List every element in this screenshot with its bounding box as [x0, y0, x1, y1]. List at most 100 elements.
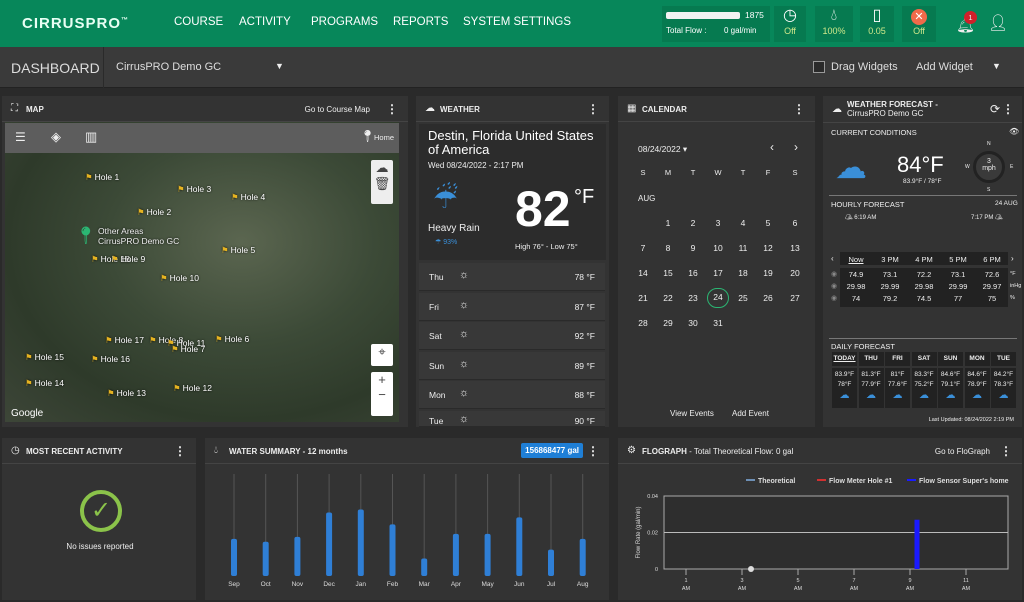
bar-apr[interactable] [452, 533, 459, 576]
next-month-icon[interactable]: › [794, 140, 798, 154]
bar-jul[interactable] [548, 549, 554, 576]
water-status[interactable]: 💧︎ 100% [815, 6, 853, 42]
calendar-day[interactable]: 10 [707, 243, 729, 253]
hole-marker[interactable]: Hole 3 [177, 184, 212, 195]
gauge-status[interactable]: ▯ 0.05 [860, 6, 894, 42]
nav-programs[interactable]: PROGRAMS [311, 16, 378, 28]
calendar-day[interactable]: 24 [707, 288, 729, 308]
calendar-day[interactable]: 18 [732, 268, 754, 278]
location-pin-icon[interactable]: 📍︎ [75, 226, 97, 246]
flow-sensor-bar[interactable] [914, 519, 920, 569]
bar-nov[interactable] [294, 536, 301, 576]
bar-aug[interactable] [579, 538, 586, 576]
view-events-button[interactable]: View Events [670, 409, 714, 418]
map-icon[interactable]: ▥ [85, 129, 97, 145]
calendar-day[interactable]: 30 [682, 318, 704, 328]
hole-marker[interactable]: Hole 1 [85, 172, 120, 183]
more-icon[interactable]: ⋮ [587, 102, 599, 116]
calendar-day[interactable]: 16 [682, 268, 704, 278]
calendar-day[interactable]: 11 [732, 243, 754, 253]
more-icon[interactable]: ⋮ [793, 102, 805, 116]
hole-marker[interactable]: Hole 2 [137, 207, 172, 218]
hole-marker[interactable]: Hole 7 [171, 344, 206, 355]
logo[interactable]: CIRRUSPRO™ [22, 15, 129, 32]
add-widget-dropdown[interactable]: Add Widget ▼ [905, 47, 1015, 88]
calendar-day[interactable]: 7 [632, 243, 654, 253]
satellite-map[interactable]: Hole 1 Hole 3 Hole 4 Hole 2 Hole 5 Hole … [5, 122, 399, 422]
locate-icon[interactable]: ⌖ [371, 344, 393, 366]
hole-marker[interactable]: Hole 17 [105, 335, 144, 346]
calendar-day[interactable]: 14 [632, 268, 654, 278]
bar-may[interactable] [484, 533, 491, 576]
legend-label[interactable]: Theoretical [758, 478, 795, 485]
calendar-day[interactable]: 5 [757, 218, 779, 228]
hole-marker[interactable]: Hole 14 [25, 378, 64, 389]
calendar-day[interactable]: 25 [732, 293, 754, 303]
add-event-button[interactable]: Add Event [732, 409, 769, 418]
calendar-day[interactable]: 28 [632, 318, 654, 328]
course-select[interactable]: CirrusPRO Demo GC ▼ [105, 47, 295, 88]
bar-jan[interactable] [357, 509, 364, 576]
calendar-day[interactable]: 3 [707, 218, 729, 228]
time-marker[interactable] [748, 566, 754, 572]
bar-jun[interactable] [516, 517, 523, 576]
calendar-day[interactable]: 29 [657, 318, 679, 328]
calendar-day[interactable]: 17 [707, 268, 729, 278]
calendar-day[interactable]: 8 [657, 243, 679, 253]
calendar-day[interactable]: 4 [732, 218, 754, 228]
more-icon[interactable]: ⋮ [174, 444, 186, 458]
expand-icon[interactable]: ⛶ [11, 103, 18, 114]
calendar-day[interactable]: 9 [682, 243, 704, 253]
more-icon[interactable]: ⋮ [1002, 102, 1014, 116]
calendar-day[interactable]: 20 [784, 268, 806, 278]
month-select[interactable]: 08/24/2022 ▾ [638, 144, 687, 155]
bar-oct[interactable] [262, 541, 269, 576]
list-icon[interactable]: ☰ [15, 130, 26, 144]
legend-label[interactable]: Flow Meter Hole #1 [829, 478, 893, 485]
bar-feb[interactable] [389, 524, 396, 576]
bar-sep[interactable] [231, 538, 237, 576]
calendar-day[interactable]: 15 [657, 268, 679, 278]
hole-marker[interactable]: Hole 9 [111, 254, 146, 265]
hole-marker[interactable]: Hole 13 [107, 388, 146, 399]
nav-activity[interactable]: ACTIVITY [239, 16, 291, 28]
cancel-status[interactable]: ✕ Off [902, 6, 936, 42]
hole-marker[interactable]: Hole 12 [173, 383, 212, 394]
bar-mar[interactable] [421, 558, 428, 576]
prev-month-icon[interactable]: ‹ [770, 140, 774, 154]
go-to-course-map-link[interactable]: Go to Course Map [305, 105, 370, 114]
flow-widget[interactable]: 1875 Total Flow : 0 gal/min [662, 6, 770, 42]
more-icon[interactable]: ⋮ [1000, 444, 1012, 458]
calendar-day[interactable]: 13 [784, 243, 806, 253]
clock-status[interactable]: ◷ Off [774, 6, 806, 42]
hole-marker[interactable]: Hole 6 [215, 334, 250, 345]
zoom-out-button[interactable]: − [371, 387, 393, 402]
nav-reports[interactable]: REPORTS [393, 16, 448, 28]
layers-icon[interactable]: ◈ [51, 129, 61, 145]
more-icon[interactable]: ⋮ [386, 102, 398, 116]
calendar-day[interactable]: 2 [682, 218, 704, 228]
calendar-day[interactable]: 6 [784, 218, 806, 228]
next-hours-icon[interactable]: › [1011, 254, 1014, 263]
drag-widgets-checkbox[interactable] [813, 61, 825, 73]
trash-icon[interactable]: 🗑︎ [371, 176, 393, 192]
zoom-in-button[interactable]: + [371, 372, 393, 387]
nav-system-settings[interactable]: SYSTEM SETTINGS [463, 16, 571, 28]
calendar-day[interactable]: 21 [632, 293, 654, 303]
eye-icon[interactable]: 👁︎ [1009, 127, 1019, 136]
calendar-day[interactable]: 19 [757, 268, 779, 278]
go-to-flograph-link[interactable]: Go to FloGraph [935, 447, 990, 456]
bar-dec[interactable] [326, 512, 333, 576]
calendar-day[interactable]: 22 [657, 293, 679, 303]
hole-marker[interactable]: Hole 10 [160, 273, 199, 284]
prev-hours-icon[interactable]: ‹ [831, 254, 834, 263]
refresh-icon[interactable]: ⟳ [990, 102, 1000, 116]
legend-label[interactable]: Flow Sensor Super's home [919, 478, 1009, 485]
calendar-day[interactable]: 26 [757, 293, 779, 303]
home-button[interactable]: Home [374, 133, 394, 142]
calendar-day[interactable]: 31 [707, 318, 729, 328]
hole-marker[interactable]: Hole 5 [221, 245, 256, 256]
calendar-day[interactable]: 1 [657, 218, 679, 228]
calendar-day[interactable]: 27 [784, 293, 806, 303]
hole-marker[interactable]: Hole 16 [91, 354, 130, 365]
